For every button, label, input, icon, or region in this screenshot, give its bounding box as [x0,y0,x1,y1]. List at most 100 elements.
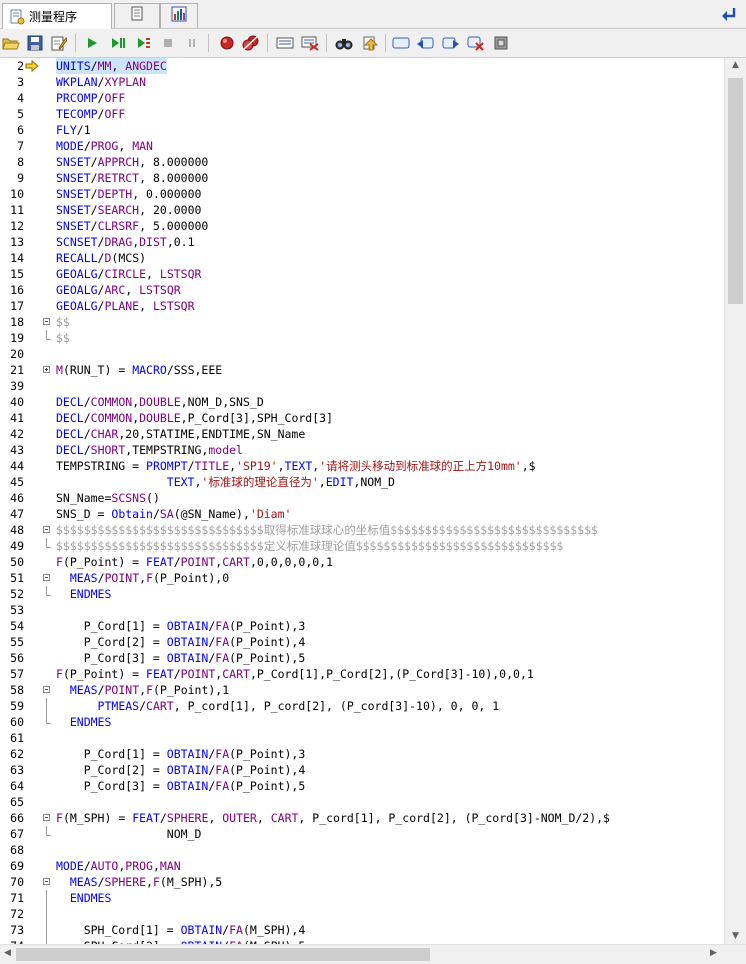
comment-icon[interactable] [275,33,295,53]
code-text[interactable]: DECL/COMMON,DOUBLE,P_Cord[3],SPH_Cord[3] [56,410,333,426]
uncomment-icon[interactable] [300,33,320,53]
code-text[interactable]: DECL/COMMON,DOUBLE,NOM_D,SNS_D [56,394,264,410]
code-text[interactable]: UNITS/MM, ANGDEC [56,58,167,74]
code-line[interactable]: 63 P_Cord[2] = OBTAIN/FA(P_Point),4 [0,762,724,778]
code-line[interactable]: 15 GEOALG/CIRCLE, LSTSQR [0,266,724,282]
code-line[interactable]: 45 TEXT,'标准球的理论直径为',EDIT,NOM_D [0,474,724,490]
code-text[interactable]: P_Cord[3] = OBTAIN/FA(P_Point),5 [56,778,306,794]
code-text[interactable]: FLY/1 [56,122,91,138]
code-text[interactable]: P_Cord[3] = OBTAIN/FA(P_Point),5 [56,650,306,666]
code-line[interactable]: 71 ENDMES [0,890,724,906]
code-text[interactable]: DECL/CHAR,20,STATIME,ENDTIME,SN_Name [56,426,305,442]
code-line[interactable]: 43 DECL/SHORT,TEMPSTRING,model [0,442,724,458]
code-text[interactable]: SCNSET/DRAG,DIST,0.1 [56,234,195,250]
code-line[interactable]: 51 MEAS/POINT,F(P_Point),0 [0,570,724,586]
save-icon[interactable] [25,33,45,53]
code-text[interactable]: $$ [56,330,70,346]
code-line[interactable]: 52 ENDMES [0,586,724,602]
code-text[interactable]: F(P_Point) = FEAT/POINT,CART,0,0,0,0,0,1 [56,554,333,570]
code-line[interactable]: 6 FLY/1 [0,122,724,138]
collapse-fold-icon[interactable] [43,526,50,533]
code-text[interactable]: SN_Name=SCSNS() [56,490,160,506]
scroll-right-icon[interactable]: ▶ [710,948,717,958]
code-line[interactable]: 57 F(P_Point) = FEAT/POINT,CART,P_Cord[1]… [0,666,724,682]
edit-icon[interactable] [49,33,69,53]
code-text[interactable]: $$$$$$$$$$$$$$$$$$$$$$$$$$$$$$定义标准球理论值$$… [56,538,563,554]
code-line[interactable]: 67 NOM_D [0,826,724,842]
code-text[interactable]: P_Cord[2] = OBTAIN/FA(P_Point),4 [56,634,306,650]
code-line[interactable]: 64 P_Cord[3] = OBTAIN/FA(P_Point),5 [0,778,724,794]
code-line[interactable]: 4 PRCOMP/OFF [0,90,724,106]
code-line[interactable]: 18 $$ [0,314,724,330]
code-text[interactable]: SNSET/APPRCH, 8.000000 [56,154,208,170]
code-text[interactable]: ENDMES [56,714,112,730]
code-text[interactable]: F(P_Point) = FEAT/POINT,CART,P_Cord[1],P… [56,666,534,682]
code-line[interactable]: 72 [0,906,724,922]
scrollbar-thumb[interactable] [16,948,430,961]
run-icon[interactable] [82,33,102,53]
code-line[interactable]: 49 $$$$$$$$$$$$$$$$$$$$$$$$$$$$$$定义标准球理论值… [0,538,724,554]
scrollbar-thumb[interactable] [728,78,743,304]
tab-chart[interactable] [160,3,198,28]
run-to-cursor-icon[interactable] [134,33,154,53]
code-text[interactable]: TEXT,'标准球的理论直径为',EDIT,NOM_D [56,474,395,490]
code-line[interactable]: 3 WKPLAN/XYPLAN [0,74,724,90]
code-text[interactable]: MEAS/POINT,F(P_Point),1 [56,682,229,698]
code-line[interactable]: 56 P_Cord[3] = OBTAIN/FA(P_Point),5 [0,650,724,666]
code-text[interactable]: GEOALG/ARC, LSTSQR [56,282,181,298]
code-line[interactable]: 70 MEAS/SPHERE,F(M_SPH),5 [0,874,724,890]
collapse-fold-icon[interactable] [43,878,50,885]
code-line[interactable]: 19 $$ [0,330,724,346]
code-line[interactable]: 21 M(RUN_T) = MACRO/SSS,EEE [0,362,724,378]
code-text[interactable]: PRCOMP/OFF [56,90,125,106]
return-icon[interactable] [720,5,738,27]
code-text[interactable]: M(RUN_T) = MACRO/SSS,EEE [56,362,222,378]
code-line[interactable]: 65 [0,794,724,810]
code-line[interactable]: 62 P_Cord[1] = OBTAIN/FA(P_Point),3 [0,746,724,762]
replace-icon[interactable] [360,33,380,53]
code-line[interactable]: 61 [0,730,724,746]
code-text[interactable]: P_Cord[2] = OBTAIN/FA(P_Point),4 [56,762,306,778]
code-line[interactable]: 7 MODE/PROG, MAN [0,138,724,154]
code-text[interactable]: $$ [56,314,70,330]
code-text[interactable]: MEAS/SPHERE,F(M_SPH),5 [56,874,222,890]
code-text[interactable]: P_Cord[1] = OBTAIN/FA(P_Point),3 [56,746,306,762]
code-text[interactable]: MODE/AUTO,PROG,MAN [56,858,181,874]
code-line[interactable]: 5 TECOMP/OFF [0,106,724,122]
scroll-up-icon[interactable]: ▲ [732,60,739,70]
code-line[interactable]: 12 SNSET/CLRSRF, 5.000000 [0,218,724,234]
code-text[interactable]: SNS_D = Obtain/SA(@SN_Name),'Diam' [56,506,291,522]
code-text[interactable]: $$$$$$$$$$$$$$$$$$$$$$$$$$$$$$取得标准球球心的坐标… [56,522,598,538]
code-line[interactable]: 11 SNSET/SEARCH, 20.0000 [0,202,724,218]
code-editor[interactable]: 2 UNITS/MM, ANGDEC 3 WKPLAN/XYPLAN 4 PRCOMP/O… [0,58,724,944]
breakpoint-icon[interactable] [217,33,237,53]
code-text[interactable]: DECL/SHORT,TEMPSTRING,model [56,442,243,458]
collapse-fold-icon[interactable] [43,686,50,693]
code-line[interactable]: 73 SPH_Cord[1] = OBTAIN/FA(M_SPH),4 [0,922,724,938]
code-text[interactable]: NOM_D [56,826,202,842]
clear-breakpoints-icon[interactable] [241,33,261,53]
code-line[interactable]: 13 SCNSET/DRAG,DIST,0.1 [0,234,724,250]
code-line[interactable]: 8 SNSET/APPRCH, 8.000000 [0,154,724,170]
code-line[interactable]: 9 SNSET/RETRCT, 8.000000 [0,170,724,186]
code-text[interactable]: ENDMES [56,586,112,602]
settings-icon[interactable] [491,33,511,53]
code-line[interactable]: 58 MEAS/POINT,F(P_Point),1 [0,682,724,698]
code-text[interactable]: RECALL/D(MCS) [56,250,146,266]
code-line[interactable]: 68 [0,842,724,858]
code-text[interactable]: ENDMES [56,890,112,906]
code-line[interactable]: 44 TEMPSTRING = PROMPT/TITLE,'SP19',TEXT,… [0,458,724,474]
code-text[interactable]: SNSET/SEARCH, 20.0000 [56,202,201,218]
scroll-left-icon[interactable]: ◀ [4,948,11,958]
code-text[interactable]: GEOALG/PLANE, LSTSQR [56,298,195,314]
code-text[interactable]: SNSET/DEPTH, 0.000000 [56,186,201,202]
code-line[interactable]: 16 GEOALG/ARC, LSTSQR [0,282,724,298]
code-line[interactable]: 53 [0,602,724,618]
code-line[interactable]: 40 DECL/COMMON,DOUBLE,NOM_D,SNS_D [0,394,724,410]
tab-measurement-program[interactable]: 测量程序 [2,3,112,29]
collapse-fold-icon[interactable] [43,318,50,325]
find-icon[interactable] [334,33,354,53]
step-icon[interactable] [108,33,128,53]
code-line[interactable]: 39 [0,378,724,394]
tab-document[interactable] [114,3,160,28]
